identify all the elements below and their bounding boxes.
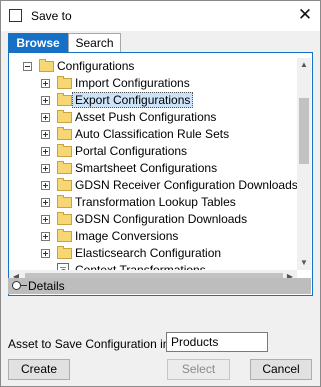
expand-icon[interactable]	[41, 79, 50, 88]
tree-item[interactable]: Transformation Lookup Tables	[9, 194, 297, 211]
save-location-field[interactable]	[166, 332, 268, 352]
tree-item-label: GDSN Receiver Configuration Downloads	[75, 178, 297, 192]
details-toggle-icon[interactable]	[12, 281, 27, 290]
folder-icon	[57, 76, 72, 89]
tree-item-label: Image Conversions	[75, 229, 179, 243]
folder-icon	[57, 212, 72, 225]
tree-panel: Configurations Import Configurations Expor…	[8, 52, 313, 296]
tree-item[interactable]: Export Configurations	[9, 92, 297, 109]
folder-icon	[57, 195, 72, 208]
scroll-down-icon[interactable]: ▼	[297, 256, 311, 270]
tree-item-label: Import Configurations	[75, 76, 190, 90]
tree-item-label: Asset Push Configurations	[75, 110, 217, 124]
close-icon[interactable]: ✕	[290, 1, 320, 31]
scroll-up-icon[interactable]: ▲	[297, 58, 311, 72]
tree-item[interactable]: Import Configurations	[9, 75, 297, 92]
tree-item-label: Portal Configurations	[75, 144, 188, 158]
folder-icon	[57, 161, 72, 174]
expand-icon[interactable]	[41, 232, 50, 241]
details-label: Details	[28, 279, 65, 293]
tree-item[interactable]: Auto Classification Rule Sets	[9, 126, 297, 143]
expand-icon[interactable]	[41, 113, 50, 122]
expand-icon[interactable]	[41, 147, 50, 156]
folder-icon	[57, 229, 72, 242]
window-icon	[9, 9, 22, 22]
folder-icon	[57, 127, 72, 140]
folder-icon	[57, 110, 72, 123]
tree-item[interactable]: Asset Push Configurations	[9, 109, 297, 126]
folder-icon	[57, 93, 72, 106]
tree-item-label: Auto Classification Rule Sets	[75, 127, 230, 141]
tree-item[interactable]: Image Conversions	[9, 228, 297, 245]
cancel-button[interactable]: Cancel	[250, 359, 312, 380]
config-document-icon	[57, 263, 69, 270]
collapse-icon[interactable]	[23, 62, 32, 71]
details-bar[interactable]: Details	[8, 278, 311, 294]
tree-item[interactable]: Elasticsearch Configuration	[9, 245, 297, 262]
tree-item[interactable]: Context Transformations	[9, 262, 297, 270]
expand-icon[interactable]	[41, 130, 50, 139]
folder-icon	[39, 59, 54, 72]
tab-search[interactable]: Search	[68, 33, 121, 52]
vertical-scrollbar[interactable]: ▲ ▼	[297, 58, 311, 270]
tree-item-label: Configurations	[57, 59, 135, 73]
select-button[interactable]: Select	[167, 359, 230, 380]
folder-icon	[57, 144, 72, 157]
title-bar: Save to ✕	[1, 1, 320, 31]
create-button[interactable]: Create	[8, 359, 70, 380]
window-title: Save to	[31, 9, 72, 23]
folder-icon	[57, 178, 72, 191]
expand-icon[interactable]	[41, 198, 50, 207]
tree-item-label: Context Transformations	[75, 263, 206, 270]
folder-icon	[57, 246, 72, 259]
vertical-scroll-thumb[interactable]	[299, 98, 309, 164]
tree-item[interactable]: GDSN Receiver Configuration Downloads	[9, 177, 297, 194]
tab-browse[interactable]: Browse	[8, 33, 68, 53]
tree-item-label: Elasticsearch Configuration	[75, 246, 222, 260]
expand-icon[interactable]	[41, 249, 50, 258]
save-location-label: Asset to Save Configuration in:	[8, 337, 173, 351]
tree-item[interactable]: Configurations	[9, 58, 297, 75]
tree-item[interactable]: Portal Configurations	[9, 143, 297, 160]
tree-item-label: Export Configurations	[72, 92, 194, 108]
tree-item[interactable]: Smartsheet Configurations	[9, 160, 297, 177]
expand-icon[interactable]	[41, 181, 50, 190]
expand-icon[interactable]	[41, 164, 50, 173]
configuration-tree: Configurations Import Configurations Expor…	[9, 58, 297, 270]
tree-item-label: GDSN Configuration Downloads	[75, 212, 248, 226]
tree-item-label: Smartsheet Configurations	[75, 161, 218, 175]
tree-item-label: Transformation Lookup Tables	[75, 195, 236, 209]
expand-icon[interactable]	[41, 96, 50, 105]
tree-item[interactable]: GDSN Configuration Downloads	[9, 211, 297, 228]
expand-icon[interactable]	[41, 215, 50, 224]
